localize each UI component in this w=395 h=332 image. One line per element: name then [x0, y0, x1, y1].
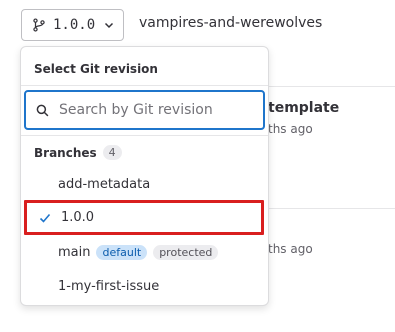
branch-label: main: [58, 244, 91, 260]
chevron-down-icon: [105, 22, 114, 29]
branch-item-1-my-first-issue[interactable]: 1-my-first-issue: [21, 270, 268, 302]
branches-count-badge: 4: [102, 145, 122, 160]
divider: [268, 86, 395, 87]
branch-label: add-metadata: [58, 176, 151, 192]
timestamp-fragment: ths ago: [268, 122, 313, 136]
project-name[interactable]: vampires-and-werewolves: [139, 15, 322, 31]
protected-badge: protected: [153, 244, 219, 260]
search-input[interactable]: [59, 102, 249, 118]
branch-label: 1-my-first-issue: [58, 278, 160, 294]
branches-section-header: Branches 4: [34, 145, 122, 160]
timestamp-fragment: ths ago: [268, 242, 313, 256]
divider: [21, 85, 268, 86]
check-icon: [39, 213, 51, 223]
branches-label: Branches: [34, 145, 97, 160]
divider: [21, 135, 268, 136]
page: 1.0.0 vampires-and-werewolves template t…: [0, 0, 395, 332]
file-title-fragment[interactable]: template: [268, 100, 339, 116]
git-revision-dropdown: Select Git revision Branches 4 add-metad…: [20, 46, 269, 306]
divider: [268, 208, 395, 209]
default-badge: default: [96, 244, 148, 260]
branch-item-main[interactable]: main default protected: [21, 236, 268, 268]
branch-label: 1.0.0: [61, 210, 95, 225]
dropdown-title: Select Git revision: [34, 62, 158, 76]
branch-main-row: main default protected: [58, 244, 219, 260]
revision-selector-button[interactable]: 1.0.0: [21, 9, 124, 41]
search-field[interactable]: [24, 90, 265, 130]
search-icon: [36, 104, 49, 116]
branch-item-1-0-0[interactable]: 1.0.0: [24, 200, 264, 235]
branch-icon: [33, 18, 45, 32]
revision-label: 1.0.0: [53, 17, 96, 33]
branch-item-add-metadata[interactable]: add-metadata: [21, 168, 268, 200]
